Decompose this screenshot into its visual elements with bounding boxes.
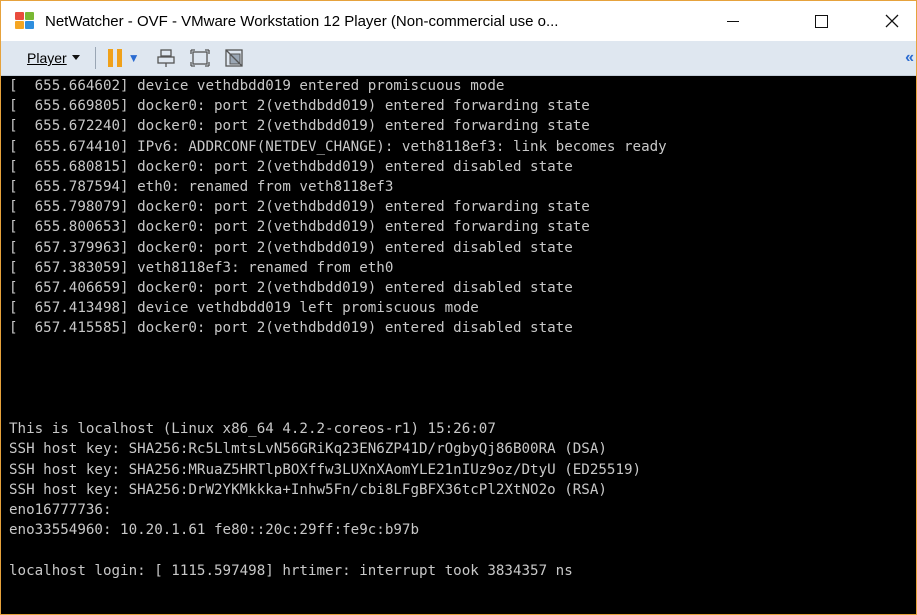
title-bar[interactable]: NetWatcher - OVF - VMware Workstation 12… — [1, 1, 916, 41]
vm-console-screen[interactable]: [ 655.664602] device vethdbdd019 entered… — [1, 76, 916, 614]
close-button[interactable] — [869, 1, 915, 41]
console-line: [ 655.664602] device vethdbdd019 entered… — [9, 78, 505, 94]
console-line: [ 657.413498] device vethdbdd019 left pr… — [9, 300, 479, 317]
window-title: NetWatcher - OVF - VMware Workstation 12… — [45, 12, 559, 30]
console-line: [ 657.415585] docker0: port 2(vethdbdd01… — [9, 320, 573, 337]
console-line: [ 655.787594] eth0: renamed from veth811… — [9, 178, 394, 195]
player-menu-button[interactable]: Player — [27, 50, 81, 66]
console-line: eno16777736: — [9, 501, 112, 518]
console-line: [ 655.672240] docker0: port 2(vethdbdd01… — [9, 118, 590, 135]
player-menu-label: Player — [27, 50, 67, 66]
chevron-down-icon — [71, 55, 80, 60]
toolbar: Player ▼ « — [1, 41, 916, 76]
console-line: SSH host key: SHA256:DrW2YKMkkka+Inhw5Fn… — [9, 481, 607, 498]
pause-dropdown-arrow-icon[interactable]: ▼ — [128, 51, 140, 65]
send-ctrl-alt-del-icon[interactable] — [156, 48, 176, 68]
console-line: [ 657.379963] docker0: port 2(vethdbdd01… — [9, 239, 573, 256]
close-icon — [885, 14, 899, 28]
vmware-app-icon — [15, 12, 35, 30]
toolbar-divider — [94, 47, 96, 69]
console-line: [ 655.669805] docker0: port 2(vethdbdd01… — [9, 98, 590, 115]
console-line: [ 657.383059] veth8118ef3: renamed from … — [9, 259, 394, 276]
full-screen-icon[interactable] — [189, 48, 210, 68]
console-line: [ 657.406659] docker0: port 2(vethdbdd01… — [9, 279, 573, 296]
maximize-button[interactable] — [798, 1, 844, 41]
kernel-log: [ 655.664602] device vethdbdd019 entered… — [9, 76, 916, 338]
vmware-player-window: NetWatcher - OVF - VMware Workstation 12… — [0, 0, 917, 615]
console-line: [ 655.674410] IPv6: ADDRCONF(NETDEV_CHAN… — [9, 138, 667, 155]
console-line: [ 655.680815] docker0: port 2(vethdbdd01… — [9, 158, 573, 175]
console-line: SSH host key: SHA256:MRuaZ5HRTlpBOXffw3L… — [9, 461, 642, 478]
maximize-icon — [814, 14, 828, 28]
console-line: This is localhost (Linux x86_64 4.2.2-co… — [9, 421, 496, 438]
login-prompt[interactable]: localhost login: [ 1115.597498] hrtimer:… — [9, 561, 916, 581]
console-line: [ 655.800653] docker0: port 2(vethdbdd01… — [9, 219, 590, 236]
unity-icon[interactable] — [224, 48, 244, 68]
console-line: [ 655.798079] docker0: port 2(vethdbdd01… — [9, 199, 590, 216]
console-line: eno33554960: 10.20.1.61 fe80::20c:29ff:f… — [9, 522, 419, 539]
collapse-toolbar-icon[interactable]: « — [905, 49, 914, 67]
console-line: SSH host key: SHA256:Rc5LlmtsLvN56GRiKq2… — [9, 441, 607, 458]
minimize-icon — [727, 20, 739, 22]
pause-icon[interactable] — [107, 49, 122, 67]
minimize-button[interactable] — [710, 1, 756, 41]
host-info: This is localhost (Linux x86_64 4.2.2-co… — [9, 419, 916, 540]
